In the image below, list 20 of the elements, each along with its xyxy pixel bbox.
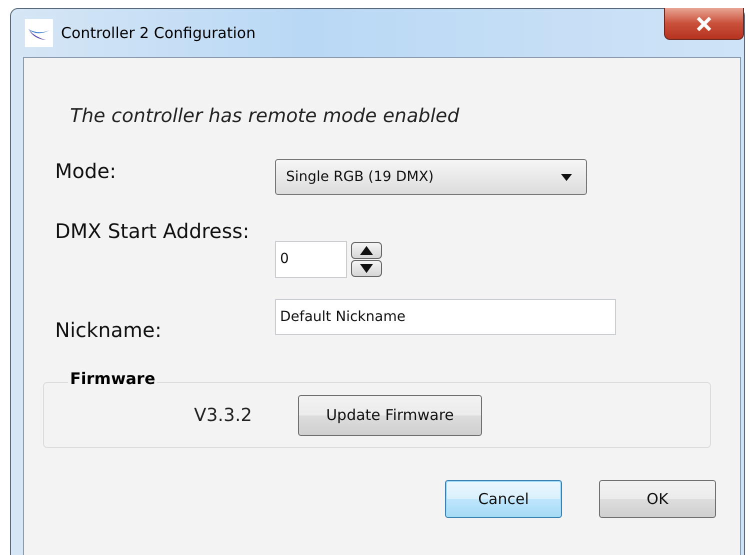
app-logo-icon <box>25 19 53 47</box>
spin-up-button[interactable] <box>351 242 382 258</box>
spin-down-button[interactable] <box>351 260 382 276</box>
firmware-version: V3.3.2 <box>194 404 254 426</box>
window-title: Controller 2 Configuration <box>61 24 256 42</box>
field-label: Mode: <box>54 159 118 185</box>
up-arrow-icon <box>360 246 373 254</box>
down-arrow-icon <box>360 264 373 272</box>
field-label: Nickname: <box>54 317 163 342</box>
address-field[interactable]: 0 <box>275 240 347 278</box>
nickname-field[interactable]: Default Nickname <box>275 299 616 335</box>
field-label: DMX Start Address: <box>54 219 250 245</box>
dialog-button[interactable]: Cancel <box>445 480 562 518</box>
close-icon <box>696 16 712 30</box>
close-button[interactable] <box>664 8 744 40</box>
caret-icon <box>561 174 572 180</box>
dialog-button[interactable]: OK <box>599 480 716 518</box>
mode-dropdown[interactable]: Single RGB (19 DMX) <box>275 159 587 195</box>
status-message: The controller has remote mode enabled <box>70 105 460 127</box>
update-firmware-button[interactable]: Update Firmware <box>298 394 482 436</box>
